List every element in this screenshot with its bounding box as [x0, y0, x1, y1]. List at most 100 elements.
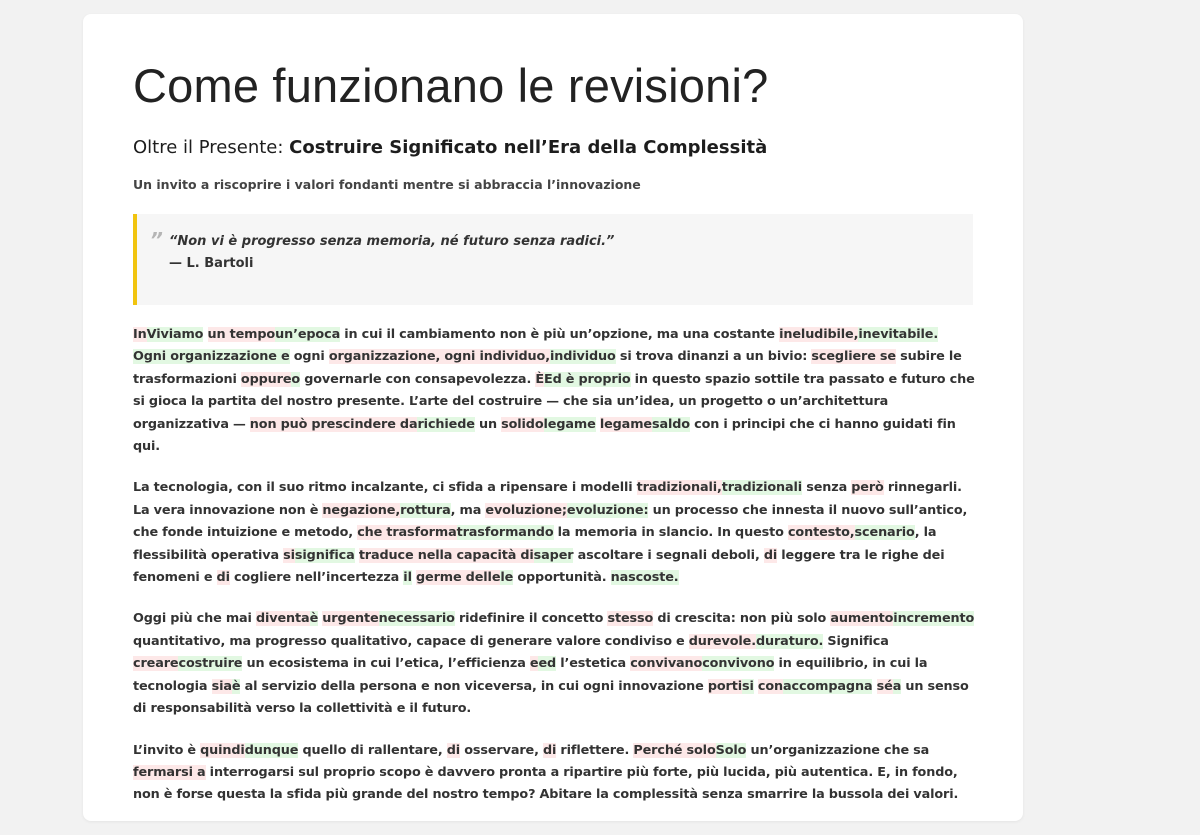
- inserted-text: saper: [533, 547, 574, 563]
- article-card: Come funzionano le revisioni? Oltre il P…: [83, 14, 1023, 821]
- inserted-text: rottura: [400, 502, 451, 518]
- text-segment: un ecosistema in cui l’etica, l’efficien…: [242, 656, 530, 672]
- text-segment: La tecnologia, con il suo ritmo incalzan…: [133, 480, 637, 496]
- paragraph-4: L’invito è quindidunque quello di rallen…: [133, 740, 975, 807]
- inserted-text: duraturo.: [755, 633, 824, 649]
- quote-mark-icon: ”: [150, 228, 163, 252]
- text-segment: di crescita: non più solo: [653, 611, 831, 627]
- text-segment: senza: [802, 480, 852, 496]
- deleted-text: non può prescindere da: [249, 416, 418, 432]
- deleted-text: germe delle: [415, 570, 501, 586]
- deleted-text: convivano: [630, 656, 703, 672]
- inserted-text: accompagna: [783, 678, 873, 694]
- inserted-text: incremento: [893, 611, 975, 627]
- inserted-text: Viviamo: [146, 327, 204, 342]
- deleted-text: però: [851, 480, 884, 496]
- deleted-text: un tempo: [207, 327, 276, 342]
- deleted-text: di: [542, 742, 557, 758]
- text-segment: [203, 327, 207, 342]
- text-segment: Oggi più che mai: [133, 611, 256, 627]
- text-segment: L’invito è: [133, 742, 201, 758]
- inserted-text: legame: [543, 416, 596, 432]
- inserted-text: Solo: [715, 742, 747, 758]
- text-segment: in cui il cambiamento non è più un’opzio…: [340, 327, 780, 342]
- text-segment: al servizio della persona e non vicevers…: [240, 678, 708, 694]
- inserted-text: convivono: [702, 656, 775, 672]
- text-segment: interrogarsi sul proprio scopo è davvero…: [133, 764, 959, 803]
- deleted-text: tradizionali,: [636, 480, 722, 496]
- text-segment: [872, 679, 876, 694]
- deleted-text: traduce nella capacità di: [358, 547, 534, 563]
- inserted-text: necessario: [378, 611, 455, 627]
- text-segment: quello di rallentare,: [298, 742, 447, 758]
- inserted-text: tradizionali: [721, 480, 803, 496]
- inserted-text: il: [403, 570, 412, 586]
- page-title: Come funzionano le revisioni?: [133, 59, 769, 112]
- article-subtitle-prefix: Oltre il Presente:: [133, 137, 290, 158]
- inserted-text: richiede: [417, 416, 475, 432]
- text-segment: ogni: [289, 349, 329, 365]
- text-segment: , ma: [450, 502, 486, 518]
- text-segment: osservare,: [460, 742, 543, 758]
- deleted-text: creare: [133, 656, 179, 672]
- deleted-text: urgente: [322, 611, 379, 627]
- text-segment: un’organizzazione che sa: [746, 742, 930, 758]
- deleted-text: ineludibile,: [779, 327, 859, 342]
- deleted-text: Perché solo: [633, 742, 716, 758]
- inserted-text: individuo: [549, 349, 616, 365]
- inserted-text: si: [742, 678, 754, 694]
- inserted-text: le: [500, 570, 514, 586]
- inserted-text: è: [309, 611, 319, 627]
- paragraph-3: Oggi più che mai diventaè urgentenecessa…: [133, 608, 975, 720]
- deleted-text: stesso: [607, 611, 654, 627]
- deleted-text: porti: [707, 678, 742, 694]
- deleted-text: fermarsi a: [133, 764, 206, 780]
- deleted-text: di: [763, 547, 778, 563]
- deleted-text: negazione,: [322, 502, 401, 518]
- deleted-text: sia: [211, 678, 232, 694]
- text-segment: un: [474, 416, 502, 432]
- deleted-text: sé: [876, 678, 893, 694]
- deleted-text: con: [757, 678, 784, 694]
- deleted-text: contesto,: [787, 525, 855, 541]
- text-segment: ascoltare i segnali deboli,: [573, 547, 764, 563]
- inserted-text: un’epoca: [275, 327, 341, 342]
- text-segment: cogliere nell’incertezza: [229, 570, 404, 586]
- inserted-text: nascoste.: [610, 570, 679, 586]
- text-segment: ridefinire il concetto: [454, 611, 608, 627]
- deleted-text: durevole.: [688, 633, 756, 649]
- deleted-text: diventa: [255, 611, 310, 627]
- text-segment: Significa: [823, 633, 889, 649]
- deleted-text: che trasforma: [357, 525, 457, 541]
- blockquote: ” “Non vi è progresso senza memoria, né …: [133, 214, 973, 305]
- text-segment: opportunità.: [513, 570, 611, 586]
- deleted-text: si: [283, 547, 295, 563]
- article-body: InViviamo un tempoun’epoca in cui il cam…: [133, 324, 975, 826]
- paragraph-2: La tecnologia, con il suo ritmo incalzan…: [133, 477, 975, 589]
- deleted-text: quindi: [200, 742, 245, 758]
- inserted-text: Ed è proprio: [543, 371, 631, 387]
- deleted-text: di: [216, 570, 230, 586]
- inserted-text: ed: [538, 656, 557, 672]
- deleted-text: organizzazione, ogni individuo,: [328, 349, 550, 365]
- inserted-text: dunque: [244, 742, 299, 758]
- paragraph-1: InViviamo un tempoun’epoca in cui il cam…: [133, 324, 975, 458]
- inserted-text: o: [291, 371, 301, 387]
- deleted-text: aumento: [830, 611, 894, 627]
- deleted-text: solido: [501, 416, 544, 432]
- deleted-text: oppure: [240, 371, 292, 387]
- deleted-text: legame: [599, 416, 652, 432]
- text-segment: riflettere.: [556, 742, 634, 758]
- deleted-text: scegliere se: [811, 349, 896, 365]
- inserted-text: saldo: [651, 416, 690, 432]
- deleted-text: di: [446, 742, 461, 758]
- inserted-text: trasformando: [456, 525, 554, 541]
- deleted-text: È: [535, 371, 544, 387]
- inserted-text: costruire: [178, 656, 243, 672]
- deleted-text: In: [133, 327, 147, 342]
- article-tagline: Un invito a riscoprire i valori fondanti…: [133, 177, 641, 192]
- inserted-text: a: [892, 678, 902, 694]
- inserted-text: scenario: [854, 525, 915, 541]
- deleted-text: evoluzione;: [485, 502, 567, 518]
- inserted-text: significa: [294, 547, 355, 563]
